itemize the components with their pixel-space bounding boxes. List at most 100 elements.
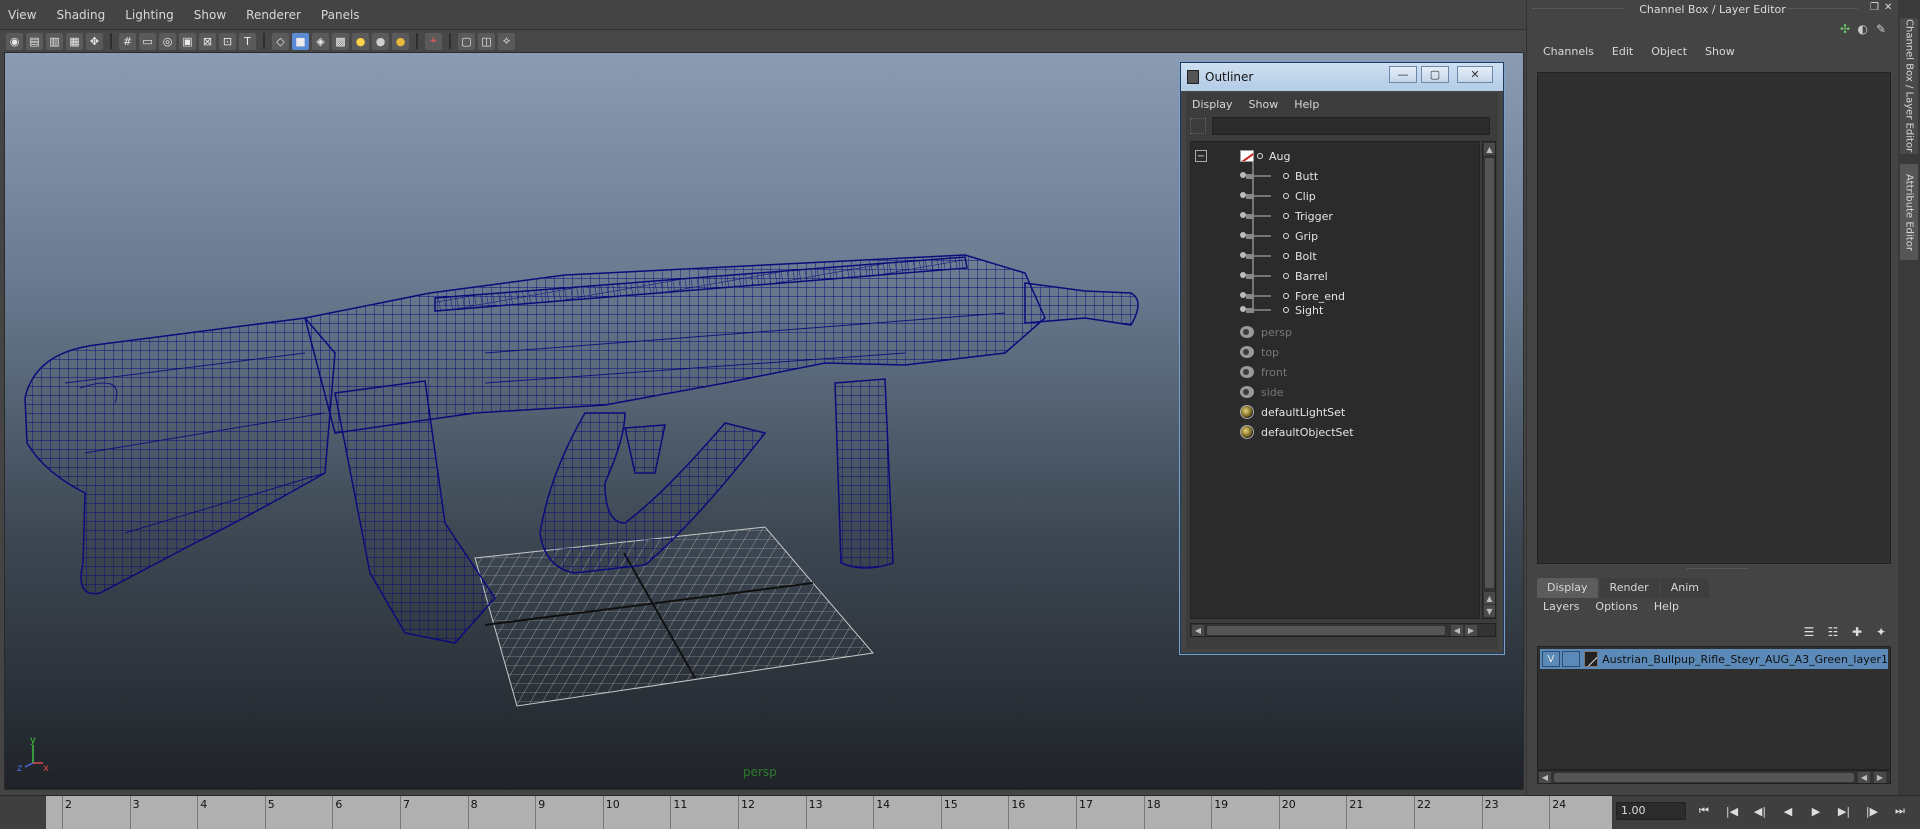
minimize-icon[interactable]: — bbox=[1389, 66, 1417, 83]
step-forward-frame-icon[interactable]: |▶ bbox=[1860, 802, 1884, 820]
outliner-menu-help[interactable]: Help bbox=[1294, 98, 1319, 111]
outliner-node-sight[interactable]: Sight bbox=[1239, 300, 1323, 320]
scroll-up-icon[interactable]: ▲ bbox=[1484, 143, 1495, 155]
layer-visibility-toggle[interactable]: V bbox=[1542, 651, 1560, 667]
menu-lighting[interactable]: Lighting bbox=[123, 6, 176, 24]
layer-row[interactable]: V Austrian_Bullpup_Rifle_Steyr_AUG_A3_Gr… bbox=[1540, 649, 1888, 669]
field-chart-icon[interactable]: ⊠ bbox=[199, 32, 216, 50]
maximize-icon[interactable]: ▢ bbox=[1421, 66, 1449, 83]
camera-select-icon[interactable]: ◉ bbox=[6, 32, 23, 50]
move-layer-down-icon[interactable]: ☷ bbox=[1824, 624, 1842, 640]
safe-title-icon[interactable]: T bbox=[239, 32, 256, 50]
go-to-start-icon[interactable]: ⏮ bbox=[1692, 802, 1716, 820]
go-to-end-icon[interactable]: ⏭ bbox=[1888, 802, 1912, 820]
channel-list[interactable] bbox=[1537, 72, 1891, 564]
move-layer-up-icon[interactable]: ☰ bbox=[1800, 624, 1818, 640]
scroll-thumb[interactable] bbox=[1485, 158, 1494, 588]
scroll-left-icon[interactable]: ◀ bbox=[1192, 625, 1204, 636]
menu-object[interactable]: Object bbox=[1651, 45, 1687, 58]
outliner-menu-show[interactable]: Show bbox=[1249, 98, 1279, 111]
new-empty-layer-icon[interactable]: ✚ bbox=[1848, 624, 1866, 640]
play-back-icon[interactable]: ◀ bbox=[1776, 802, 1800, 820]
step-back-key-icon[interactable]: |◀ bbox=[1720, 802, 1744, 820]
layer-display-type-toggle[interactable] bbox=[1561, 651, 1580, 667]
outliner-node-butt[interactable]: Butt bbox=[1239, 166, 1318, 186]
menu-channels[interactable]: Channels bbox=[1543, 45, 1594, 58]
outliner-search-input[interactable] bbox=[1212, 117, 1490, 135]
menu-show[interactable]: Show bbox=[1705, 45, 1735, 58]
layer-horizontal-scrollbar[interactable]: ◀ ◀ ▶ bbox=[1537, 770, 1891, 784]
camera-attributes-icon[interactable]: ▤ bbox=[26, 32, 43, 50]
tab-anim[interactable]: Anim bbox=[1660, 578, 1709, 598]
channel-box-show-icon[interactable]: ✣ bbox=[1840, 22, 1850, 36]
wireframe-icon[interactable]: ◇ bbox=[272, 32, 289, 50]
outliner-node-barrel[interactable]: Barrel bbox=[1239, 266, 1328, 286]
scroll-thumb[interactable] bbox=[1554, 773, 1854, 782]
menu-panels[interactable]: Panels bbox=[319, 6, 362, 24]
layer-list[interactable]: V Austrian_Bullpup_Rifle_Steyr_AUG_A3_Gr… bbox=[1537, 646, 1891, 770]
shaded-wireframe-icon[interactable]: ◈ bbox=[312, 32, 329, 50]
ambient-occlusion-icon[interactable]: ● bbox=[392, 32, 409, 50]
panel-grip[interactable] bbox=[1533, 8, 1623, 11]
scroll-right-icon[interactable]: ▶ bbox=[1465, 625, 1477, 636]
film-gate-icon[interactable]: ▭ bbox=[139, 32, 156, 50]
attribute-show-icon[interactable]: ✎ bbox=[1876, 22, 1886, 36]
outliner-node-bolt[interactable]: Bolt bbox=[1239, 246, 1317, 266]
menu-renderer[interactable]: Renderer bbox=[244, 6, 303, 24]
gate-mask-icon[interactable]: ▣ bbox=[179, 32, 196, 50]
menu-show[interactable]: Show bbox=[192, 6, 228, 24]
isolate-select-icon[interactable]: ⌖ bbox=[425, 32, 442, 50]
menu-options[interactable]: Options bbox=[1595, 600, 1637, 613]
step-back-frame-icon[interactable]: ◀| bbox=[1748, 802, 1772, 820]
smooth-shade-icon[interactable]: ■ bbox=[292, 32, 309, 50]
collapse-toggle-icon[interactable]: − bbox=[1195, 150, 1207, 162]
outliner-node-aug[interactable]: − Aug bbox=[1195, 146, 1290, 166]
xray-joints-icon[interactable]: ◫ bbox=[478, 32, 495, 50]
outliner-node-trigger[interactable]: Trigger bbox=[1239, 206, 1333, 226]
play-forward-icon[interactable]: ▶ bbox=[1804, 802, 1828, 820]
scroll-thumb[interactable] bbox=[1207, 626, 1445, 635]
outliner-menu-display[interactable]: Display bbox=[1192, 98, 1233, 111]
close-icon[interactable]: ✕ bbox=[1884, 2, 1896, 14]
xray-icon[interactable]: ▢ bbox=[458, 32, 475, 50]
grid-icon[interactable]: # bbox=[119, 32, 136, 50]
shadows-icon[interactable]: ● bbox=[372, 32, 389, 50]
tab-render[interactable]: Render bbox=[1599, 578, 1659, 598]
panel-grip[interactable] bbox=[1788, 8, 1858, 11]
image-plane-icon[interactable]: ▦ bbox=[66, 32, 83, 50]
outliner-node-clip[interactable]: Clip bbox=[1239, 186, 1316, 206]
safe-action-icon[interactable]: ⊡ bbox=[219, 32, 236, 50]
outliner-node-default-object-set[interactable]: defaultObjectSet bbox=[1239, 422, 1354, 442]
outliner-node-grip[interactable]: Grip bbox=[1239, 226, 1318, 246]
scroll-left-icon[interactable]: ◀ bbox=[1858, 772, 1870, 783]
scroll-right-icon[interactable]: ▶ bbox=[1874, 772, 1886, 783]
two-d-pan-icon[interactable]: ✥ bbox=[86, 32, 103, 50]
textured-icon[interactable]: ▩ bbox=[332, 32, 349, 50]
outliner-node-default-light-set[interactable]: defaultLightSet bbox=[1239, 402, 1345, 422]
menu-help[interactable]: Help bbox=[1654, 600, 1679, 613]
scroll-up-icon[interactable]: ▲ bbox=[1484, 592, 1495, 604]
time-ruler[interactable]: 2 3 4 5 6 7 8 9 10 11 12 13 14 15 16 17 18 19 20 21 22 23 24 bbox=[46, 796, 1612, 829]
resolution-gate-icon[interactable]: ◎ bbox=[159, 32, 176, 50]
close-icon[interactable]: ✕ bbox=[1457, 66, 1493, 83]
outliner-vertical-scrollbar[interactable]: ▲ ▲ ▼ bbox=[1482, 141, 1496, 619]
outliner-horizontal-scrollbar[interactable]: ◀ ◀ ▶ bbox=[1190, 623, 1496, 637]
layer-editor-show-icon[interactable]: ◐ bbox=[1858, 22, 1868, 36]
splitter-handle[interactable] bbox=[1687, 568, 1747, 571]
menu-layers[interactable]: Layers bbox=[1543, 600, 1579, 613]
outliner-titlebar[interactable]: Outliner — ▢ ✕ bbox=[1181, 63, 1503, 91]
menu-shading[interactable]: Shading bbox=[54, 6, 107, 24]
layer-color-swatch[interactable] bbox=[1583, 651, 1599, 667]
scroll-left-icon[interactable]: ◀ bbox=[1539, 772, 1551, 783]
tab-display[interactable]: Display bbox=[1537, 578, 1598, 598]
scroll-left-icon[interactable]: ◀ bbox=[1451, 625, 1463, 636]
outliner-tree[interactable]: − Aug Butt Clip Trigger Grip Bolt Barrel… bbox=[1190, 141, 1480, 619]
tab-channel-box-layer-editor[interactable]: Channel Box / Layer Editor bbox=[1900, 18, 1918, 154]
menu-view[interactable]: View bbox=[6, 6, 38, 24]
outliner-node-top[interactable]: top bbox=[1239, 342, 1279, 362]
menu-edit[interactable]: Edit bbox=[1612, 45, 1633, 58]
scroll-down-icon[interactable]: ▼ bbox=[1484, 605, 1495, 617]
new-layer-from-selection-icon[interactable]: ✦ bbox=[1872, 624, 1890, 640]
outliner-node-front[interactable]: front bbox=[1239, 362, 1287, 382]
step-forward-key-icon[interactable]: ▶| bbox=[1832, 802, 1856, 820]
